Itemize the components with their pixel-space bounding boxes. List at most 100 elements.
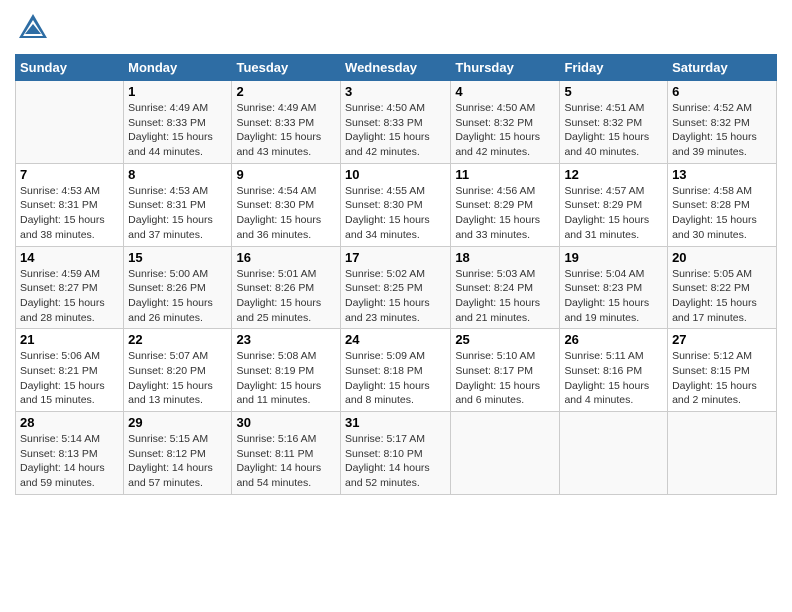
day-info: Sunrise: 4:55 AM Sunset: 8:30 PM Dayligh… [345,184,446,243]
calendar-cell [560,412,668,495]
day-info: Sunrise: 4:50 AM Sunset: 8:33 PM Dayligh… [345,101,446,160]
day-number: 23 [236,332,336,347]
day-info: Sunrise: 5:16 AM Sunset: 8:11 PM Dayligh… [236,432,336,491]
day-number: 11 [455,167,555,182]
day-info: Sunrise: 5:04 AM Sunset: 8:23 PM Dayligh… [564,267,663,326]
day-info: Sunrise: 5:09 AM Sunset: 8:18 PM Dayligh… [345,349,446,408]
day-number: 30 [236,415,336,430]
day-number: 15 [128,250,227,265]
day-info: Sunrise: 4:57 AM Sunset: 8:29 PM Dayligh… [564,184,663,243]
day-info: Sunrise: 5:17 AM Sunset: 8:10 PM Dayligh… [345,432,446,491]
calendar-cell: 4 Sunrise: 4:50 AM Sunset: 8:32 PM Daylig… [451,81,560,164]
week-row-4: 28Sunrise: 5:14 AM Sunset: 8:13 PM Dayli… [16,412,777,495]
calendar-cell: 6 Sunrise: 4:52 AM Sunset: 8:32 PM Daylig… [668,81,777,164]
day-number: 13 [672,167,772,182]
day-number: 10 [345,167,446,182]
week-row-0: 1 Sunrise: 4:49 AM Sunset: 8:33 PM Daylig… [16,81,777,164]
day-number: 25 [455,332,555,347]
col-header-sunday: Sunday [16,55,124,81]
calendar-cell: 13 Sunrise: 4:58 AM Sunset: 8:28 PM Dayli… [668,163,777,246]
day-info: Sunrise: 4:56 AM Sunset: 8:29 PM Dayligh… [455,184,555,243]
day-info: Sunrise: 5:06 AM Sunset: 8:21 PM Dayligh… [20,349,119,408]
col-header-tuesday: Tuesday [232,55,341,81]
day-info: Sunrise: 4:59 AM Sunset: 8:27 PM Dayligh… [20,267,119,326]
calendar-cell: 9 Sunrise: 4:54 AM Sunset: 8:30 PM Daylig… [232,163,341,246]
calendar-cell [16,81,124,164]
day-number: 31 [345,415,446,430]
day-number: 26 [564,332,663,347]
day-number: 4 [455,84,555,99]
day-number: 28 [20,415,119,430]
calendar-cell: 28Sunrise: 5:14 AM Sunset: 8:13 PM Dayli… [16,412,124,495]
day-info: Sunrise: 4:53 AM Sunset: 8:31 PM Dayligh… [20,184,119,243]
day-info: Sunrise: 5:01 AM Sunset: 8:26 PM Dayligh… [236,267,336,326]
day-number: 2 [236,84,336,99]
day-info: Sunrise: 4:53 AM Sunset: 8:31 PM Dayligh… [128,184,227,243]
day-info: Sunrise: 5:05 AM Sunset: 8:22 PM Dayligh… [672,267,772,326]
day-info: Sunrise: 4:49 AM Sunset: 8:33 PM Dayligh… [128,101,227,160]
week-row-2: 14 Sunrise: 4:59 AM Sunset: 8:27 PM Dayli… [16,246,777,329]
calendar-cell [451,412,560,495]
calendar-cell: 21 Sunrise: 5:06 AM Sunset: 8:21 PM Dayli… [16,329,124,412]
day-info: Sunrise: 5:15 AM Sunset: 8:12 PM Dayligh… [128,432,227,491]
day-number: 18 [455,250,555,265]
col-header-wednesday: Wednesday [341,55,451,81]
calendar-cell: 20 Sunrise: 5:05 AM Sunset: 8:22 PM Dayli… [668,246,777,329]
calendar-cell: 8 Sunrise: 4:53 AM Sunset: 8:31 PM Daylig… [124,163,232,246]
calendar-cell: 23 Sunrise: 5:08 AM Sunset: 8:19 PM Dayli… [232,329,341,412]
day-number: 21 [20,332,119,347]
calendar-cell: 24 Sunrise: 5:09 AM Sunset: 8:18 PM Dayli… [341,329,451,412]
day-number: 6 [672,84,772,99]
day-number: 20 [672,250,772,265]
day-info: Sunrise: 5:11 AM Sunset: 8:16 PM Dayligh… [564,349,663,408]
calendar-cell: 30 Sunrise: 5:16 AM Sunset: 8:11 PM Dayli… [232,412,341,495]
calendar-cell: 19Sunrise: 5:04 AM Sunset: 8:23 PM Dayli… [560,246,668,329]
col-header-thursday: Thursday [451,55,560,81]
calendar-cell: 1 Sunrise: 4:49 AM Sunset: 8:33 PM Daylig… [124,81,232,164]
day-number: 17 [345,250,446,265]
calendar-cell: 22 Sunrise: 5:07 AM Sunset: 8:20 PM Dayli… [124,329,232,412]
day-number: 29 [128,415,227,430]
day-number: 24 [345,332,446,347]
day-info: Sunrise: 5:12 AM Sunset: 8:15 PM Dayligh… [672,349,772,408]
calendar-cell: 11 Sunrise: 4:56 AM Sunset: 8:29 PM Dayli… [451,163,560,246]
calendar-cell: 14 Sunrise: 4:59 AM Sunset: 8:27 PM Dayli… [16,246,124,329]
week-row-3: 21 Sunrise: 5:06 AM Sunset: 8:21 PM Dayli… [16,329,777,412]
calendar-cell: 5 Sunrise: 4:51 AM Sunset: 8:32 PM Daylig… [560,81,668,164]
day-info: Sunrise: 4:50 AM Sunset: 8:32 PM Dayligh… [455,101,555,160]
day-number: 1 [128,84,227,99]
day-number: 14 [20,250,119,265]
calendar-cell [668,412,777,495]
day-info: Sunrise: 5:00 AM Sunset: 8:26 PM Dayligh… [128,267,227,326]
calendar-cell: 12 Sunrise: 4:57 AM Sunset: 8:29 PM Dayli… [560,163,668,246]
day-info: Sunrise: 4:51 AM Sunset: 8:32 PM Dayligh… [564,101,663,160]
day-number: 8 [128,167,227,182]
calendar-cell: 16 Sunrise: 5:01 AM Sunset: 8:26 PM Dayli… [232,246,341,329]
day-number: 22 [128,332,227,347]
calendar-cell: 17Sunrise: 5:02 AM Sunset: 8:25 PM Dayli… [341,246,451,329]
col-header-saturday: Saturday [668,55,777,81]
day-info: Sunrise: 5:07 AM Sunset: 8:20 PM Dayligh… [128,349,227,408]
day-info: Sunrise: 5:08 AM Sunset: 8:19 PM Dayligh… [236,349,336,408]
calendar-cell: 29 Sunrise: 5:15 AM Sunset: 8:12 PM Dayli… [124,412,232,495]
col-header-friday: Friday [560,55,668,81]
day-info: Sunrise: 4:52 AM Sunset: 8:32 PM Dayligh… [672,101,772,160]
day-info: Sunrise: 5:03 AM Sunset: 8:24 PM Dayligh… [455,267,555,326]
calendar-cell: 26 Sunrise: 5:11 AM Sunset: 8:16 PM Dayli… [560,329,668,412]
day-number: 5 [564,84,663,99]
calendar-cell: 7Sunrise: 4:53 AM Sunset: 8:31 PM Daylig… [16,163,124,246]
week-row-1: 7Sunrise: 4:53 AM Sunset: 8:31 PM Daylig… [16,163,777,246]
day-number: 12 [564,167,663,182]
calendar-cell: 15 Sunrise: 5:00 AM Sunset: 8:26 PM Dayli… [124,246,232,329]
day-number: 16 [236,250,336,265]
day-number: 27 [672,332,772,347]
col-header-monday: Monday [124,55,232,81]
header [15,10,777,46]
day-info: Sunrise: 4:58 AM Sunset: 8:28 PM Dayligh… [672,184,772,243]
calendar-cell: 31 Sunrise: 5:17 AM Sunset: 8:10 PM Dayli… [341,412,451,495]
header-row: SundayMondayTuesdayWednesdayThursdayFrid… [16,55,777,81]
day-number: 9 [236,167,336,182]
day-info: Sunrise: 4:54 AM Sunset: 8:30 PM Dayligh… [236,184,336,243]
page: SundayMondayTuesdayWednesdayThursdayFrid… [0,0,792,612]
day-info: Sunrise: 5:10 AM Sunset: 8:17 PM Dayligh… [455,349,555,408]
